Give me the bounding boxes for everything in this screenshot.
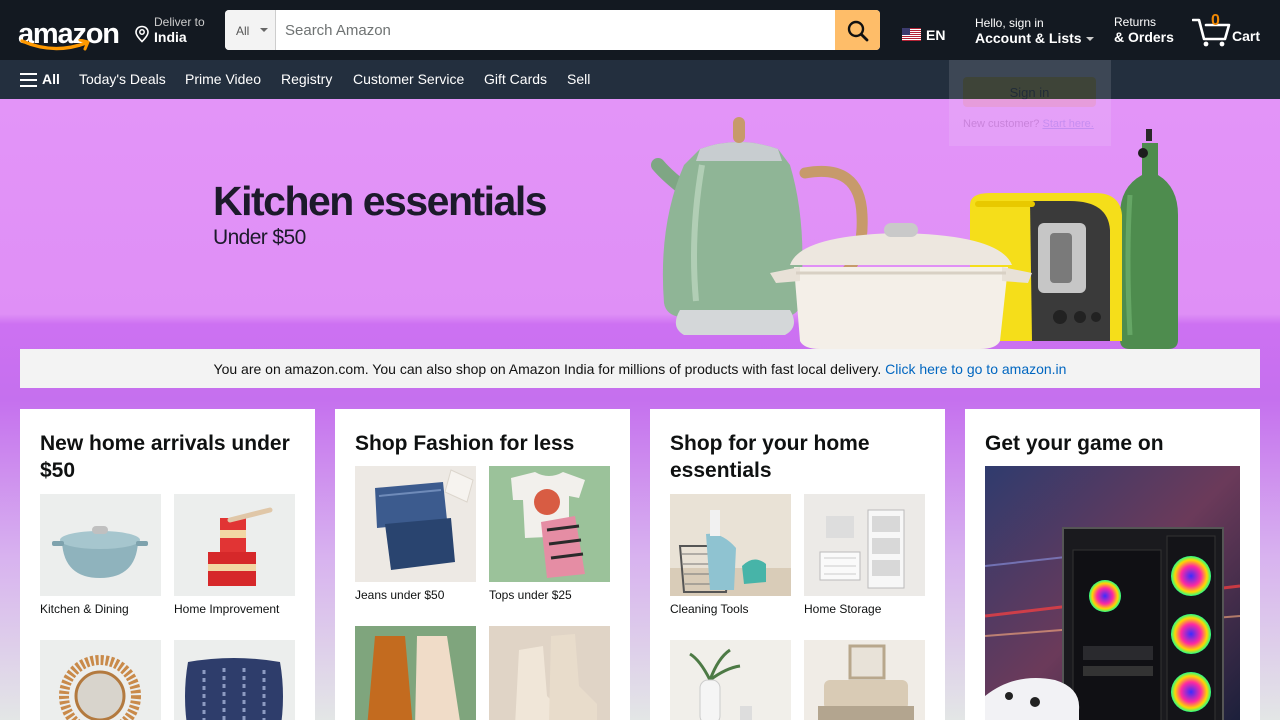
amazon-logo[interactable]: amazon [12,8,122,54]
cart-button[interactable]: 0 Cart [1192,12,1272,50]
mirror-image [40,640,161,720]
new-customer-text: New customer? Start here. [963,118,1094,130]
kitchen-dining-image [40,494,161,596]
tile-bedroom[interactable] [804,640,925,720]
gaming-pc-image[interactable] [985,466,1240,720]
top-nav-bar: amazon Deliver to India All Search Amazo… [0,0,1280,60]
signin-button[interactable]: Sign in [963,77,1096,107]
tile-caption: Home Storage [804,602,882,616]
deliver-to-label: Deliver to [154,15,205,29]
card-title: Shop for your home essentials [670,432,870,482]
card-home-arrivals: New home arrivals under $50 Kitchen & Di… [20,409,315,720]
language-code: EN [926,27,946,43]
tile-boots[interactable] [489,626,610,720]
cleaning-tools-image [670,494,791,596]
nav-sell[interactable]: Sell [567,71,590,87]
nav-gift-cards[interactable]: Gift Cards [484,71,547,87]
bottle-image [1120,129,1178,349]
card-title: Get your game on [985,432,1164,455]
logo-smile-icon [20,39,90,51]
search-input[interactable] [277,10,835,50]
nav-todays-deals[interactable]: Today's Deals [79,71,166,87]
search-bar: All [225,10,880,50]
tile-kitchen-dining[interactable]: Kitchen & Dining [40,494,161,616]
dresses-image [355,626,476,720]
search-category-label: All [236,24,250,38]
tile-caption: Kitchen & Dining [40,602,129,616]
cart-count: 0 [1211,12,1220,29]
nav-customer-service[interactable]: Customer Service [353,71,464,87]
us-flag-icon [902,28,921,41]
search-category-dropdown[interactable]: All [225,10,276,50]
deliver-to-location[interactable]: Deliver to India [134,13,218,49]
all-menu-button[interactable]: All [20,71,60,87]
tile-tops[interactable]: Tops under $25 [489,466,610,602]
card-home-essentials: Shop for your home essentials Cleaning T… [650,409,945,720]
card-title: New home arrivals under $50 [40,432,290,482]
tile-caption: Tops under $25 [489,588,572,602]
pillow-image [174,640,295,720]
location-pin-icon [135,25,149,43]
signin-flyout: Sign in New customer? Start here. [949,60,1111,146]
returns-label: Returns [1114,15,1157,29]
chevron-down-icon [260,28,268,32]
home-storage-image [804,494,925,596]
nav-prime-video[interactable]: Prime Video [185,71,261,87]
tile-cleaning-tools[interactable]: Cleaning Tools [670,494,791,616]
tile-pillow[interactable] [174,640,295,720]
tile-decor[interactable] [670,640,791,720]
account-lists-menu[interactable]: Hello, sign in Account & Lists [973,14,1098,50]
card-fashion: Shop Fashion for less Jeans under $50 To… [335,409,630,720]
decor-image [670,640,791,720]
card-title: Shop Fashion for less [355,432,575,455]
tile-jeans[interactable]: Jeans under $50 [355,466,476,602]
account-lists-label: Account & Lists [975,30,1082,46]
locale-notice-text: You are on amazon.com. You can also shop… [213,361,882,377]
cart-label: Cart [1232,28,1261,44]
amazon-in-link[interactable]: Click here to go to amazon.in [885,361,1066,377]
tile-caption: Jeans under $50 [355,588,445,602]
account-greeting: Hello, sign in [975,16,1044,30]
start-here-link[interactable]: Start here. [1042,118,1093,130]
bedroom-image [804,640,925,720]
tops-image [489,466,610,582]
tile-caption: Cleaning Tools [670,602,749,616]
orders-label: & Orders [1114,29,1174,45]
tile-dresses[interactable] [355,626,476,720]
kitchen-products-image [651,117,1178,349]
card-gaming: Get your game on [965,409,1260,720]
tile-mirror[interactable] [40,640,161,720]
boots-image [489,626,610,720]
search-icon [847,20,869,42]
hero-title: Kitchen essentials [213,178,548,224]
tile-home-improvement[interactable]: Home Improvement [174,494,295,616]
deliver-country: India [154,29,187,45]
tile-caption: Home Improvement [174,602,280,616]
nav-registry[interactable]: Registry [281,71,332,87]
new-customer-label: New customer? [963,118,1040,130]
search-button[interactable] [835,10,880,50]
returns-orders-link[interactable]: Returns & Orders [1113,14,1181,50]
jeans-image [355,466,476,582]
language-selector[interactable]: EN [900,26,950,46]
hamburger-menu-icon [20,73,37,87]
hero-subtitle: Under $50 [213,226,306,249]
all-menu-label: All [42,71,60,87]
home-improvement-image [174,494,295,596]
locale-notice-bar: You are on amazon.com. You can also shop… [20,349,1260,388]
tile-home-storage[interactable]: Home Storage [804,494,925,616]
chevron-down-icon [1086,37,1094,41]
